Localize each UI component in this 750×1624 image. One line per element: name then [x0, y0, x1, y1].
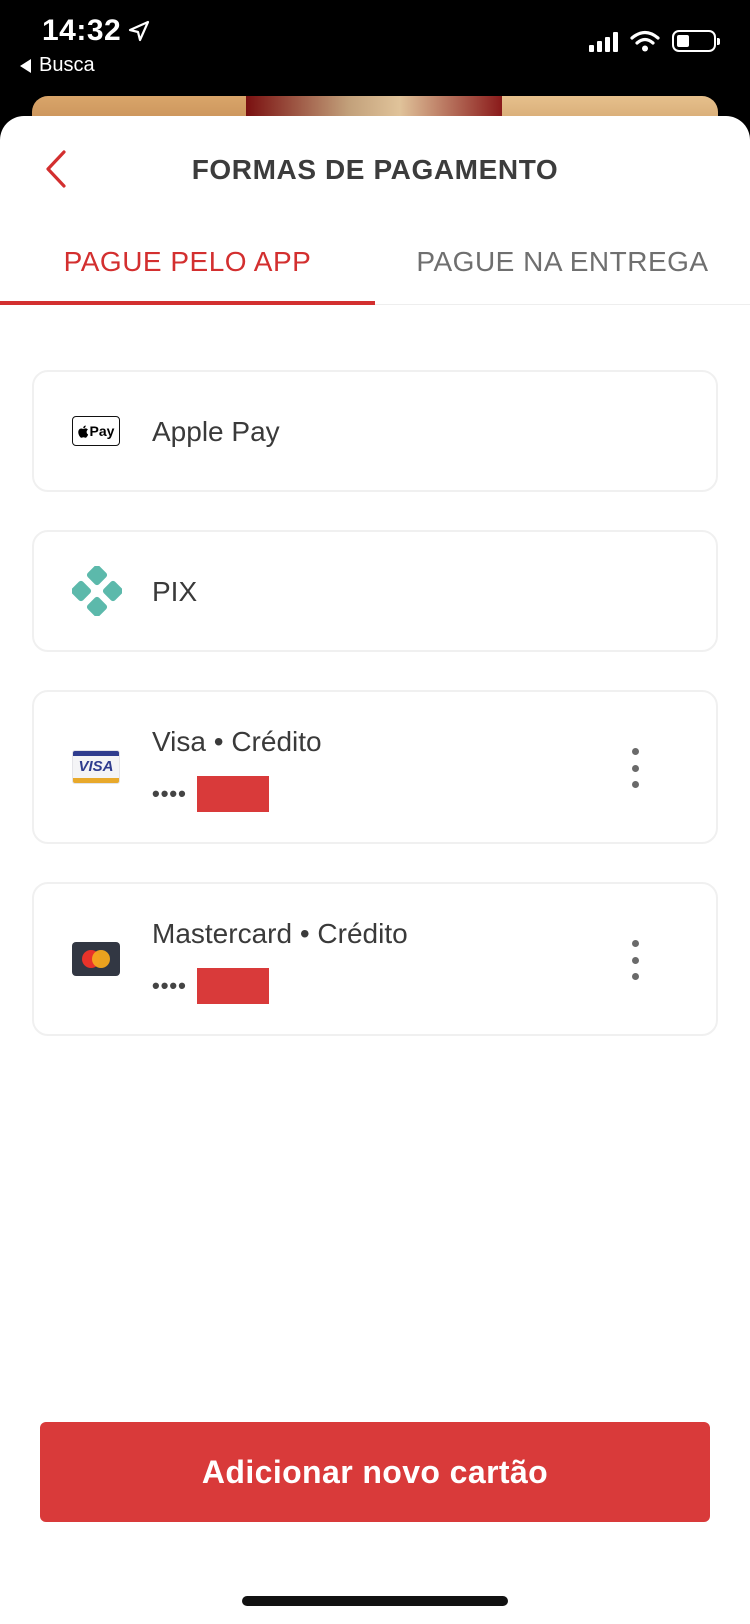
status-time: 14:32	[42, 14, 122, 47]
battery-icon	[672, 30, 720, 52]
visa-badge-text: VISA	[78, 758, 114, 775]
location-arrow-icon	[128, 20, 150, 42]
page-title: FORMAS DE PAGAMENTO	[191, 154, 559, 185]
apple-pay-icon: Pay	[72, 416, 120, 446]
tab-pague-pelo-app[interactable]: PAGUE PELO APP	[0, 232, 375, 292]
redacted-card-digits	[196, 776, 269, 812]
card-number-masked: ••••	[152, 776, 269, 812]
active-tab-indicator	[0, 301, 375, 305]
payment-method-mastercard[interactable]: Mastercard • Crédito ••••	[32, 882, 718, 1036]
back-to-app-link[interactable]: Busca	[20, 54, 95, 77]
more-options-icon[interactable]	[630, 940, 640, 980]
payment-method-label: Mastercard • Crédito	[152, 918, 408, 949]
more-options-icon[interactable]	[630, 748, 640, 788]
home-indicator[interactable]	[242, 1596, 508, 1606]
masked-dots: ••••	[152, 973, 187, 998]
wifi-icon	[630, 30, 660, 52]
payment-method-visa[interactable]: VISA Visa • Crédito ••••	[32, 690, 718, 844]
payment-method-pix[interactable]: PIX	[32, 530, 718, 652]
sheet-header: FORMAS DE PAGAMENTO	[0, 116, 750, 216]
pix-icon	[72, 566, 122, 616]
apple-pay-badge-text: Pay	[89, 423, 115, 439]
back-to-app-label: Busca	[39, 54, 95, 76]
mastercard-card-icon	[72, 942, 120, 976]
payment-method-apple-pay[interactable]: Pay Apple Pay	[32, 370, 718, 492]
status-icons	[589, 30, 720, 52]
payment-method-label: PIX	[152, 576, 198, 607]
card-number-masked: ••••	[152, 968, 269, 1004]
apple-logo-icon	[77, 425, 88, 438]
tab-pague-na-entrega[interactable]: PAGUE NA ENTREGA	[375, 232, 750, 292]
payment-method-label: Visa • Crédito	[152, 726, 322, 757]
redacted-card-digits	[196, 968, 269, 1004]
masked-dots: ••••	[152, 781, 187, 806]
payment-method-label: Apple Pay	[152, 416, 280, 447]
back-triangle-icon	[20, 58, 31, 73]
payment-methods-sheet: FORMAS DE PAGAMENTO PAGUE PELO APP PAGUE…	[0, 116, 750, 1624]
cellular-signal-icon	[589, 30, 618, 52]
payment-tabs: PAGUE PELO APP PAGUE NA ENTREGA	[0, 212, 750, 305]
add-new-card-button[interactable]: Adicionar novo cartão	[40, 1422, 710, 1522]
visa-card-icon: VISA	[72, 750, 120, 784]
